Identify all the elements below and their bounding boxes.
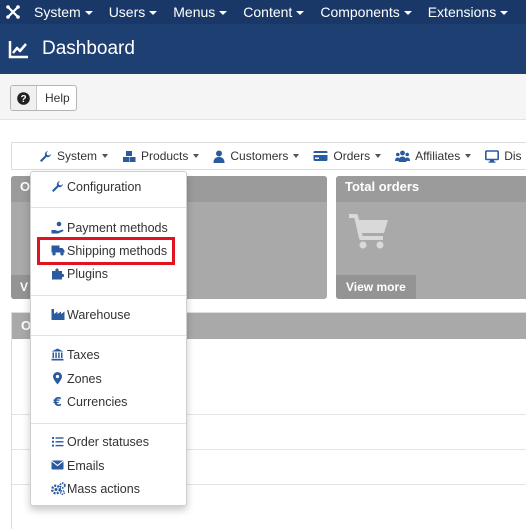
credit-card-icon <box>313 151 328 161</box>
nav-affiliates-label: Affiliates <box>415 149 461 163</box>
menu-menus-label: Menus <box>173 4 216 20</box>
puzzle-icon <box>52 268 64 280</box>
menu-item-taxes[interactable]: Taxes <box>31 344 186 366</box>
nav-orders-label: Orders <box>333 149 371 163</box>
industry-icon <box>51 309 65 320</box>
view-more-link[interactable]: V <box>11 275 31 299</box>
menu-item-label: Payment methods <box>67 221 168 235</box>
map-marker-icon <box>53 372 62 385</box>
menu-item-mass-actions[interactable]: Mass actions <box>31 478 186 500</box>
cogs-icon <box>51 482 66 495</box>
users-icon <box>395 150 411 162</box>
svg-text:?: ? <box>20 94 26 105</box>
menu-item-label: Currencies <box>67 395 128 409</box>
menu-users[interactable]: Users <box>101 0 166 24</box>
nav-customers-label: Customers <box>230 149 289 163</box>
menu-item-zones[interactable]: Zones <box>31 368 186 390</box>
component-nav: System Products Customers Orders Affilia… <box>11 142 526 170</box>
joomla-logo-icon[interactable] <box>0 0 26 24</box>
cubes-icon <box>123 150 136 162</box>
hand-money-icon <box>51 221 64 234</box>
nav-system-label: System <box>57 149 98 163</box>
caret-down-icon <box>84 11 93 16</box>
nav-products[interactable]: Products <box>115 143 206 169</box>
help-button[interactable]: ? Help <box>10 85 77 111</box>
menu-menus[interactable]: Menus <box>165 0 235 24</box>
menu-item-label: Plugins <box>67 267 108 281</box>
menu-item-payment-methods[interactable]: Payment methods <box>31 217 186 239</box>
caret-down-icon <box>219 11 228 16</box>
menu-item-emails[interactable]: Emails <box>31 455 186 477</box>
caret-down-icon <box>375 154 382 158</box>
euro-icon: € <box>52 395 61 408</box>
menu-content[interactable]: Content <box>235 0 312 24</box>
menu-system-label: System <box>34 4 81 20</box>
page-title: Dashboard <box>42 38 135 59</box>
menu-divider <box>31 207 186 208</box>
admin-menu: System Users Menus Content Components Ex… <box>26 0 516 24</box>
toolbar: ? Help <box>0 74 526 120</box>
user-icon <box>213 150 225 163</box>
wrench-icon <box>52 181 63 192</box>
menu-extensions[interactable]: Extensions <box>420 0 516 24</box>
line-chart-icon <box>8 41 28 59</box>
envelope-icon <box>51 460 64 470</box>
menu-divider <box>31 423 186 424</box>
question-circle-icon: ? <box>11 86 37 110</box>
menu-divider <box>31 295 186 296</box>
admin-menubar: System Users Menus Content Components Ex… <box>0 0 526 24</box>
menu-item-label: Configuration <box>67 180 142 194</box>
menu-item-warehouse[interactable]: Warehouse <box>31 304 186 326</box>
caret-down-icon <box>465 154 472 158</box>
page-header: Dashboard <box>0 24 526 74</box>
card-title: Total orders <box>336 176 526 202</box>
menu-item-configuration[interactable]: Configuration <box>31 176 186 198</box>
menu-system[interactable]: System <box>26 0 101 24</box>
nav-system[interactable]: System <box>12 143 115 169</box>
menu-item-plugins[interactable]: Plugins <box>31 263 186 285</box>
caret-down-icon <box>403 11 412 16</box>
menu-item-label: Warehouse <box>67 308 131 322</box>
menu-extensions-label: Extensions <box>427 4 497 20</box>
list-icon <box>52 437 64 447</box>
menu-components[interactable]: Components <box>312 0 419 24</box>
bank-icon <box>51 348 64 361</box>
view-more-link[interactable]: View more <box>336 275 416 299</box>
caret-down-icon <box>293 154 300 158</box>
shopping-cart-icon <box>349 214 388 249</box>
help-label: Help <box>45 91 70 105</box>
menu-content-label: Content <box>243 4 293 20</box>
menu-item-label: Emails <box>67 459 105 473</box>
caret-down-icon <box>102 154 109 158</box>
menu-divider <box>31 335 186 336</box>
menu-item-label: Taxes <box>67 348 100 362</box>
highlight-annotation <box>37 237 175 265</box>
total-orders-card: Total orders View more <box>336 176 526 299</box>
caret-down-icon <box>296 11 305 16</box>
nav-orders[interactable]: Orders <box>306 143 388 169</box>
wrench-icon <box>40 150 51 162</box>
nav-affiliates[interactable]: Affiliates <box>388 143 478 169</box>
nav-customers[interactable]: Customers <box>206 143 306 169</box>
nav-products-label: Products <box>141 149 189 163</box>
menu-item-order-statuses[interactable]: Order statuses <box>31 431 186 453</box>
menu-item-label: Zones <box>67 372 102 386</box>
caret-down-icon <box>149 11 158 16</box>
menu-item-label: Mass actions <box>67 482 140 496</box>
caret-down-icon <box>193 154 200 158</box>
menu-users-label: Users <box>108 4 146 20</box>
monitor-icon <box>485 149 500 163</box>
nav-display-label: Dis <box>504 149 522 163</box>
caret-down-icon <box>500 11 509 16</box>
svg-text:€: € <box>52 395 61 408</box>
nav-display[interactable]: Dis <box>478 143 526 169</box>
menu-components-label: Components <box>320 4 400 20</box>
system-dropdown-menu: Configuration Payment methods Shipping m… <box>30 171 187 506</box>
menu-item-label: Order statuses <box>67 435 149 449</box>
menu-item-currencies[interactable]: € Currencies <box>31 391 186 413</box>
